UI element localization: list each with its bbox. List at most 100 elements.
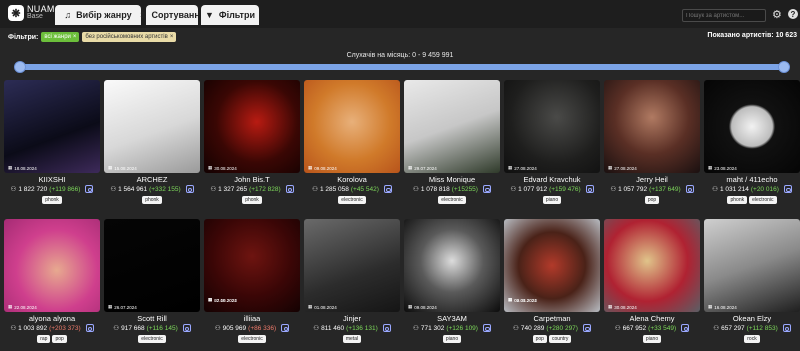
artist-photo[interactable]: ▦ 16.08.2024 bbox=[704, 219, 800, 312]
listeners-delta: (+172 828) bbox=[249, 185, 281, 193]
genre-tag[interactable]: electronic bbox=[338, 196, 366, 204]
artist-photo[interactable]: ▦ 09.08.2024 bbox=[404, 219, 500, 312]
artist-photo[interactable]: ▦ 27.08.2024 bbox=[604, 80, 700, 173]
instagram-icon[interactable] bbox=[182, 324, 191, 332]
artist-photo[interactable]: ▦ 26.07.2024 bbox=[104, 219, 200, 312]
artist-photo[interactable]: ▦ 09.01.2023 ▦ 02.08.2024 bbox=[504, 219, 600, 312]
instagram-icon[interactable] bbox=[285, 185, 294, 193]
artist-photo[interactable]: ▦ 27.10.2023 ▦ 02.08.2024 bbox=[204, 219, 300, 312]
artist-card[interactable]: ▦ 27.08.2024 Edvard Kravchuk ⚇ 1 077 912 (+15… bbox=[504, 80, 600, 205]
artist-card[interactable]: ▦ 27.10.2023 ▦ 02.08.2024 illiiaa ⚇ 905 969 (+8… bbox=[204, 219, 300, 344]
artist-photo[interactable]: ▦ 01.08.2024 bbox=[304, 219, 400, 312]
genre-tag[interactable]: country bbox=[548, 335, 572, 343]
artist-name[interactable]: Carpetman bbox=[504, 314, 600, 323]
genre-tag[interactable]: pop bbox=[644, 196, 660, 204]
listeners-delta: (+136 131) bbox=[346, 324, 378, 332]
instagram-icon[interactable] bbox=[85, 185, 94, 193]
instagram-icon[interactable] bbox=[582, 324, 591, 332]
artist-card[interactable]: ▦ 26.07.2024 Scott Rill ⚇ 917 668 (+116 145) e… bbox=[104, 219, 200, 344]
genre-tag[interactable]: electronic bbox=[238, 335, 266, 343]
calendar-icon: ▦ bbox=[608, 304, 613, 309]
calendar-icon: ▦ bbox=[108, 165, 113, 170]
genre-tag[interactable]: phonk bbox=[142, 196, 162, 204]
genre-tag[interactable]: phonk bbox=[242, 196, 262, 204]
genre-tag[interactable]: piano bbox=[542, 196, 562, 204]
artist-name[interactable]: Alena Chemy bbox=[604, 314, 700, 323]
genre-tags: phonk bbox=[104, 196, 200, 204]
monthly-listeners: 1 822 720 bbox=[18, 185, 48, 193]
artist-card[interactable]: ▦ 09.08.2024 Korolova ⚇ 1 285 058 (+45 542) el… bbox=[304, 80, 400, 205]
listeners-delta: (+20 016) bbox=[750, 185, 779, 193]
artist-name[interactable]: John Bis.T bbox=[204, 175, 300, 184]
instagram-icon[interactable] bbox=[85, 324, 94, 332]
instagram-icon[interactable] bbox=[685, 185, 694, 193]
calendar-icon: ▦ bbox=[308, 165, 313, 170]
artist-name[interactable]: Scott Rill bbox=[104, 314, 200, 323]
genre-tag[interactable]: phonk bbox=[42, 196, 62, 204]
artist-card[interactable]: ▦ 27.08.2024 Jerry Heil ⚇ 1 057 792 (+137 649… bbox=[604, 80, 700, 205]
users-icon: ⚇ bbox=[214, 325, 221, 332]
artist-photo[interactable]: ▦ 22.08.2024 bbox=[4, 219, 100, 312]
users-icon: ⚇ bbox=[614, 325, 621, 332]
listener-stats: ⚇ 1 327 265 (+172 828) bbox=[204, 185, 300, 193]
artist-name[interactable]: illiiaa bbox=[204, 314, 300, 323]
artist-name[interactable]: ARCHEZ bbox=[104, 175, 200, 184]
artist-photo[interactable]: ▦ 30.08.2024 bbox=[604, 219, 700, 312]
release-date: ▦ 01.08.2024 bbox=[308, 304, 337, 310]
artist-name[interactable]: Korolova bbox=[304, 175, 400, 184]
genre-tag[interactable]: phonk bbox=[727, 196, 748, 204]
artist-name[interactable]: KIIXSHI bbox=[4, 175, 100, 184]
calendar-icon: ▦ bbox=[408, 165, 413, 170]
artist-name[interactable]: Edvard Kravchuk bbox=[504, 175, 600, 184]
artist-name[interactable]: maht / 411echo bbox=[704, 175, 800, 184]
genre-tag[interactable]: rock bbox=[744, 335, 760, 343]
artist-photo[interactable]: ▦ 27.08.2024 bbox=[504, 80, 600, 173]
artist-card[interactable]: ▦ 22.08.2024 alyona alyona ⚇ 1 003 892 (+203 … bbox=[4, 219, 100, 344]
instagram-icon[interactable] bbox=[681, 324, 690, 332]
artist-photo[interactable]: ▦ 18.08.2024 bbox=[4, 80, 100, 173]
artist-photo[interactable]: ▦ 15.08.2024 bbox=[104, 80, 200, 173]
artist-card[interactable]: ▦ 30.08.2024 Alena Chemy ⚇ 667 952 (+33 549) p… bbox=[604, 219, 700, 344]
artist-card[interactable]: ▦ 15.08.2024 ARCHEZ ⚇ 1 564 961 (+332 155) pho… bbox=[104, 80, 200, 205]
artist-name[interactable]: Jerry Heil bbox=[604, 175, 700, 184]
genre-tag[interactable]: electronic bbox=[138, 335, 166, 343]
genre-tag[interactable]: pop bbox=[52, 335, 67, 343]
artist-card[interactable]: ▦ 23.08.2024 maht / 411echo ⚇ 1 031 214 (+20 … bbox=[704, 80, 800, 205]
genre-tag[interactable]: pop bbox=[532, 335, 547, 343]
users-icon: ⚇ bbox=[413, 186, 419, 193]
artist-photo[interactable]: ▦ 09.08.2024 bbox=[304, 80, 400, 173]
instagram-icon[interactable] bbox=[782, 324, 791, 332]
artist-card[interactable]: ▦ 01.08.2024 Jinjer ⚇ 811 460 (+136 131) metal bbox=[304, 219, 400, 344]
instagram-icon[interactable] bbox=[382, 324, 391, 332]
artist-card[interactable]: ▦ 18.08.2024 KIIXSHI ⚇ 1 822 720 (+119 866) ph… bbox=[4, 80, 100, 205]
instagram-icon[interactable] bbox=[482, 324, 491, 332]
artist-name[interactable]: Okean Elzy bbox=[704, 314, 800, 323]
artist-photo[interactable]: ▦ 23.08.2024 bbox=[704, 80, 800, 173]
artist-name[interactable]: Miss Monique bbox=[404, 175, 500, 184]
artist-card[interactable]: ▦ 16.08.2024 Okean Elzy ⚇ 657 297 (+112 853) r… bbox=[704, 219, 800, 344]
instagram-icon[interactable] bbox=[585, 185, 594, 193]
genre-tag[interactable]: metal bbox=[342, 335, 362, 343]
listeners-delta: (+159 476) bbox=[549, 185, 581, 193]
artist-card[interactable]: ▦ 29.07.2024 Miss Monique ⚇ 1 078 818 (+15255… bbox=[404, 80, 500, 205]
artist-photo[interactable]: ▦ 30.08.2024 bbox=[204, 80, 300, 173]
artist-name[interactable]: SAY3AM bbox=[404, 314, 500, 323]
release-date: ▦ 27.08.2024 bbox=[608, 165, 637, 171]
artist-name[interactable]: Jinjer bbox=[304, 314, 400, 323]
artist-card[interactable]: ▦ 09.01.2023 ▦ 02.08.2024 Carpetman ⚇ 740 289(… bbox=[504, 219, 600, 344]
artist-name[interactable]: alyona alyona bbox=[4, 314, 100, 323]
instagram-icon[interactable] bbox=[185, 185, 194, 193]
instagram-icon[interactable] bbox=[281, 324, 290, 332]
release-date: ▦ 29.07.2024 bbox=[408, 165, 437, 171]
artist-card[interactable]: ▦ 09.08.2024 SAY3AM ⚇ 771 302 (+126 109) piano bbox=[404, 219, 500, 344]
genre-tag[interactable]: rap bbox=[37, 335, 51, 343]
instagram-icon[interactable] bbox=[482, 185, 491, 193]
artist-photo[interactable]: ▦ 29.07.2024 bbox=[404, 80, 500, 173]
genre-tag[interactable]: piano bbox=[642, 335, 662, 343]
genre-tag[interactable]: piano bbox=[442, 335, 462, 343]
genre-tag[interactable]: electronic bbox=[749, 196, 777, 204]
genre-tag[interactable]: electronic bbox=[438, 196, 466, 204]
instagram-icon[interactable] bbox=[383, 185, 392, 193]
instagram-icon[interactable] bbox=[783, 185, 792, 193]
artist-card[interactable]: ▦ 30.08.2024 John Bis.T ⚇ 1 327 265 (+172 828… bbox=[204, 80, 300, 205]
